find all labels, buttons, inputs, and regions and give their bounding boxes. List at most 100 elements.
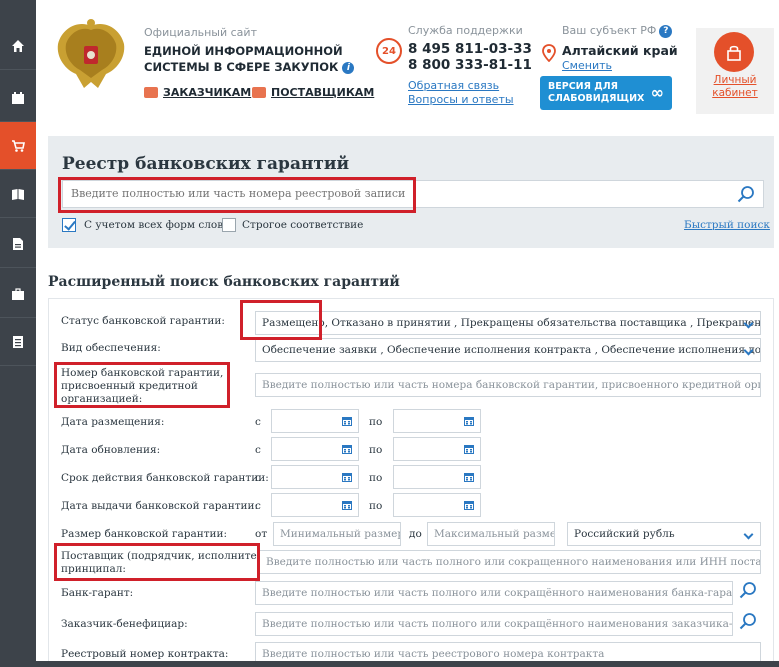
advanced-search-form: Статус банковской гарантии: Размещено, О… — [48, 298, 774, 667]
currency-select[interactable]: Российский рубль — [567, 522, 761, 546]
guarantee-number-input[interactable]: Введите полностью или часть номера банко… — [255, 373, 761, 397]
date-row-label: Дата размещения: — [61, 416, 165, 428]
calendar-icon[interactable] — [463, 471, 475, 483]
all-word-forms-label: С учетом всех форм слов — [84, 219, 224, 231]
site-title-line: СИСТЕМЫ В СФЕРЕ ЗАКУПОК — [144, 60, 339, 74]
calendar-icon[interactable] — [341, 443, 353, 455]
calendar-icon[interactable] — [0, 74, 36, 122]
suppliers-link-label: ПОСТАВЩИКАМ — [271, 86, 375, 99]
quick-search-link[interactable]: Быстрый поиск — [684, 219, 770, 231]
site-header: Официальный сайт ЕДИНОЙ ИНФОРМАЦИОННОЙ С… — [36, 0, 779, 128]
search-icon[interactable] — [737, 185, 755, 203]
region-label: Ваш субъект РФ? — [562, 24, 673, 38]
highlight-frame — [240, 300, 322, 340]
status-label: Статус банковской гарантии: — [61, 315, 225, 327]
date-row-label: Дата выдачи банковской гарантии: — [61, 500, 259, 512]
accessible-label: ВЕРСИЯ ДЛЯ — [548, 81, 618, 92]
highlight-frame — [54, 543, 260, 581]
amount-max-input[interactable]: Максимальный размер — [427, 522, 555, 546]
highlight-frame — [54, 362, 230, 408]
calendar-icon[interactable] — [341, 499, 353, 511]
suppliers-link[interactable]: ПОСТАВЩИКАМ — [252, 86, 374, 99]
date-to-input[interactable] — [393, 465, 481, 489]
date-to-label: по — [369, 472, 383, 484]
accessible-label: СЛАБОВИДЯЩИХ — [548, 93, 645, 104]
glasses-icon: ∞ — [650, 83, 664, 102]
customers-link[interactable]: ЗАКАЗЧИКАМ — [144, 86, 251, 99]
calendar-icon[interactable] — [463, 443, 475, 455]
strict-match-checkbox[interactable] — [222, 218, 236, 232]
date-from-label: с — [255, 500, 261, 512]
amount-from-label: от — [255, 528, 268, 540]
customer-beneficiary-label: Заказчик-бенефициар: — [61, 618, 188, 630]
coat-of-arms-icon[interactable] — [48, 18, 134, 94]
date-from-input[interactable] — [271, 465, 359, 489]
customer-beneficiary-input[interactable]: Введите полностью или часть полного или … — [255, 612, 733, 636]
search-icon[interactable] — [739, 612, 757, 630]
date-to-label: по — [369, 416, 383, 428]
feedback-link[interactable]: Обратная связь — [408, 79, 499, 92]
date-to-input[interactable] — [393, 437, 481, 461]
region-change-link[interactable]: Сменить — [562, 59, 612, 72]
chevron-down-icon — [743, 529, 754, 540]
date-from-input[interactable] — [271, 409, 359, 433]
registry-title: Реестр банковских гарантий — [62, 154, 350, 174]
calendar-icon[interactable] — [463, 499, 475, 511]
personal-cabinet-button[interactable]: Личный кабинет — [696, 28, 774, 114]
calendar-icon[interactable] — [341, 415, 353, 427]
info-icon[interactable]: i — [342, 61, 355, 74]
calendar-icon[interactable] — [341, 471, 353, 483]
bank-guarantor-label: Банк-гарант: — [61, 587, 134, 599]
help-icon[interactable]: ? — [659, 24, 673, 38]
book-icon[interactable] — [0, 170, 36, 218]
date-to-input[interactable] — [393, 409, 481, 433]
date-from-label: с — [255, 416, 261, 428]
site-title[interactable]: ЕДИНОЙ ИНФОРМАЦИОННОЙ СИСТЕМЫ В СФЕРЕ ЗА… — [144, 43, 355, 75]
personal-cabinet-label: Личный кабинет — [696, 74, 774, 100]
date-row-label: Дата обновления: — [61, 444, 161, 456]
date-from-input[interactable] — [271, 493, 359, 517]
document-icon[interactable] — [0, 220, 36, 268]
security-type-label: Вид обеспечения: — [61, 342, 161, 354]
region-label-text: Ваш субъект РФ — [562, 24, 657, 37]
security-type-value: Обеспечение заявки , Обеспечение исполне… — [262, 344, 761, 356]
location-pin-icon — [542, 44, 556, 62]
list-icon[interactable] — [0, 318, 36, 366]
date-row-label: Срок действия банковской гарантии: — [61, 472, 269, 484]
status-select[interactable]: Размещено, Отказано в принятии , Прекращ… — [255, 311, 761, 335]
date-to-label: по — [369, 500, 383, 512]
support-phone-2[interactable]: 8 800 333-81-11 — [408, 57, 532, 73]
cart-icon[interactable] — [0, 122, 36, 170]
cabinet-label-line: кабинет — [712, 87, 758, 99]
customers-link-label: ЗАКАЗЧИКАМ — [163, 86, 252, 99]
home-icon[interactable] — [0, 22, 36, 70]
calendar-icon[interactable] — [463, 415, 475, 427]
security-type-select[interactable]: Обеспечение заявки , Обеспечение исполне… — [255, 338, 761, 362]
currency-value: Российский рубль — [574, 528, 675, 540]
region-value: Алтайский край — [562, 43, 678, 58]
bank-guarantor-input[interactable]: Введите полностью или часть полного или … — [255, 581, 733, 605]
supplier-input[interactable]: Введите полностью или часть полного или … — [259, 550, 761, 574]
lock-icon — [714, 32, 754, 72]
folder-icon — [144, 87, 158, 98]
accessible-version-button[interactable]: ВЕРСИЯ ДЛЯ СЛАБОВИДЯЩИХ ∞ — [540, 76, 672, 110]
site-title-line: ЕДИНОЙ ИНФОРМАЦИОННОЙ — [144, 44, 343, 58]
site-subtitle: Официальный сайт — [144, 26, 257, 39]
highlight-frame — [58, 177, 416, 213]
amount-min-input[interactable]: Минимальный размер — [273, 522, 401, 546]
screen-edge — [36, 661, 779, 667]
date-to-label: по — [369, 444, 383, 456]
status-selected-rest: , Отказано в принятии , Прекращены обяза… — [324, 317, 761, 329]
advanced-search-title: Расширенный поиск банковских гарантий — [48, 274, 400, 290]
date-from-input[interactable] — [271, 437, 359, 461]
date-to-input[interactable] — [393, 493, 481, 517]
date-from-label: с — [255, 444, 261, 456]
all-word-forms-checkbox[interactable] — [62, 218, 76, 232]
contract-number-label: Реестровый номер контракта: — [61, 648, 229, 660]
amount-label: Размер банковской гарантии: — [61, 528, 228, 540]
support-phone-1[interactable]: 8 495 811-03-33 — [408, 41, 532, 57]
briefcase-icon[interactable] — [0, 270, 36, 318]
support-24-icon: 24 — [376, 38, 402, 64]
faq-link[interactable]: Вопросы и ответы — [408, 93, 514, 106]
search-icon[interactable] — [739, 581, 757, 599]
